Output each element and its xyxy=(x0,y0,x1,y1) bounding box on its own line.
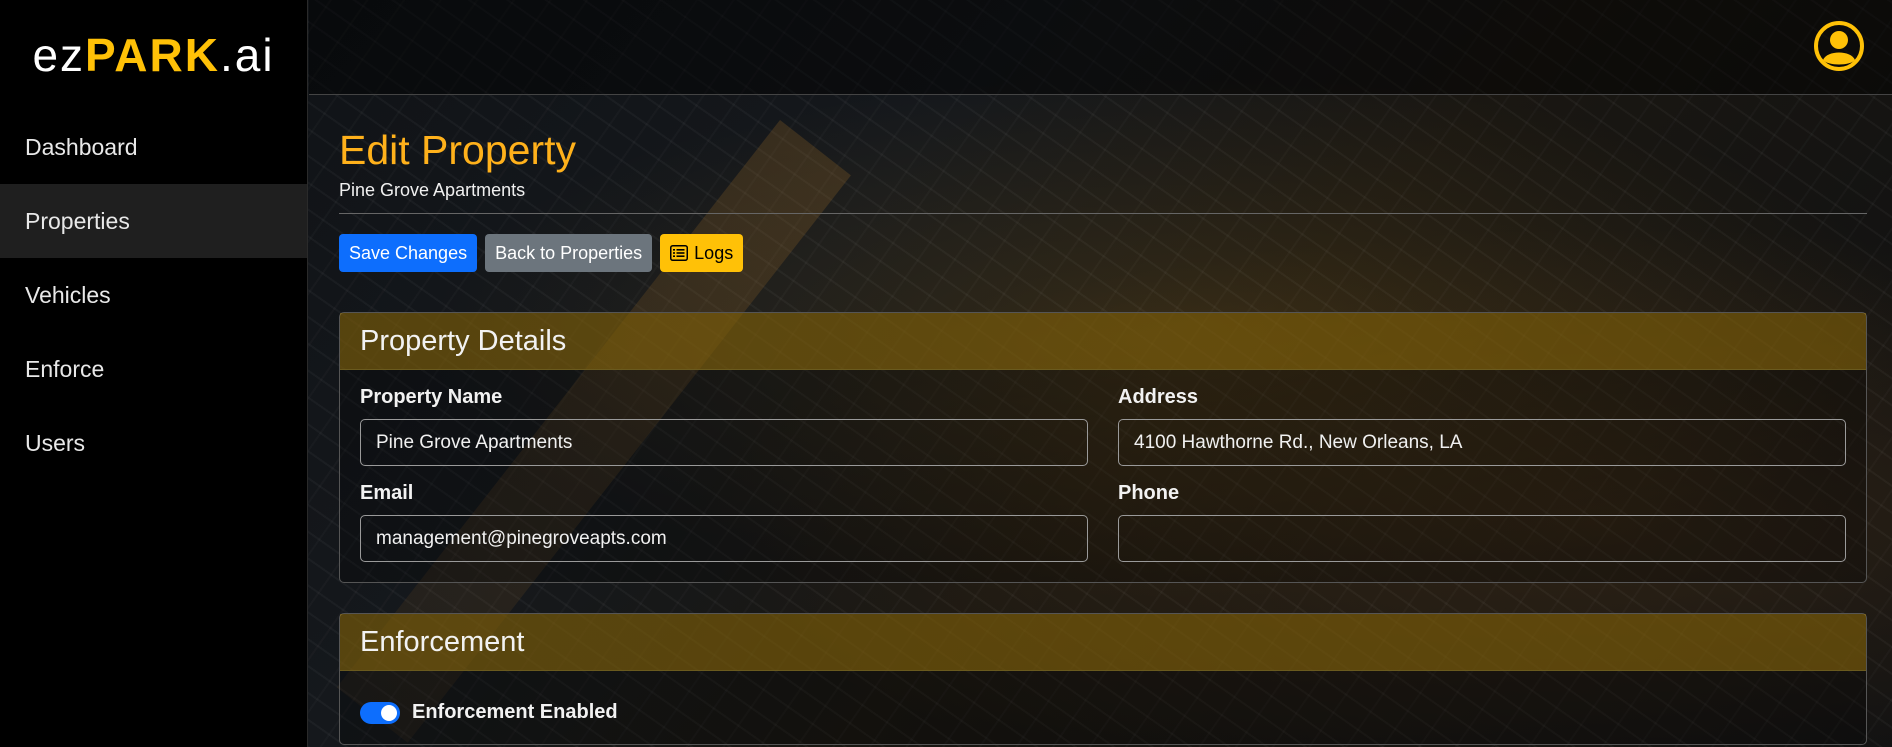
sidebar-item-users[interactable]: Users xyxy=(0,406,307,480)
sidebar-item-properties[interactable]: Properties xyxy=(0,184,307,258)
save-button[interactable]: Save Changes xyxy=(339,234,478,272)
email-label: Email xyxy=(360,482,414,504)
enforcement-toggle[interactable] xyxy=(360,701,400,724)
email-group: Email xyxy=(360,482,1088,562)
sidebar: ez PARK .ai Dashboard Properties Vehicles … xyxy=(0,0,308,747)
address-input[interactable] xyxy=(1118,419,1846,466)
toolbar: Save Changes Back to Properties Logs xyxy=(339,234,1867,272)
phone-input[interactable] xyxy=(1118,515,1846,562)
logo-highlight: PARK xyxy=(85,29,220,81)
enforcement-card: Enforcement Enforcement Enabled xyxy=(339,613,1867,745)
enforcement-toggle-row: Enforcement Enabled xyxy=(360,701,1846,724)
property-details-card: Property Details Property Name Address E… xyxy=(339,312,1867,583)
enforcement-heading: Enforcement xyxy=(340,614,1866,671)
logo-suffix: .ai xyxy=(219,29,275,81)
logs-button-label: Logs xyxy=(694,242,734,263)
property-name-input[interactable] xyxy=(360,419,1088,466)
enforcement-toggle-label: Enforcement Enabled xyxy=(412,701,618,723)
title-divider xyxy=(339,213,1867,214)
property-details-heading: Property Details xyxy=(340,313,1866,370)
property-name-group: Property Name xyxy=(360,386,1088,466)
address-label: Address xyxy=(1118,386,1199,408)
list-icon xyxy=(670,245,689,261)
page-subtitle: Pine Grove Apartments xyxy=(339,180,526,200)
sidebar-item-vehicles[interactable]: Vehicles xyxy=(0,258,307,332)
enforcement-body: Enforcement Enabled xyxy=(340,671,1866,744)
sidebar-item-dashboard[interactable]: Dashboard xyxy=(0,110,307,184)
sidebar-nav: Dashboard Properties Vehicles Enforce Us… xyxy=(0,110,307,480)
app-logo[interactable]: ez PARK .ai xyxy=(0,0,307,110)
phone-label: Phone xyxy=(1118,482,1180,504)
property-details-body: Property Name Address Email Phone xyxy=(340,370,1866,582)
property-name-label: Property Name xyxy=(360,386,503,408)
email-input[interactable] xyxy=(360,515,1088,562)
logs-button[interactable]: Logs xyxy=(660,234,744,272)
property-form: Property Name Address Email Phone xyxy=(360,386,1846,562)
page-title: Edit Property xyxy=(339,127,576,173)
address-group: Address xyxy=(1118,386,1846,466)
user-circle-icon[interactable] xyxy=(1813,20,1865,72)
top-bar xyxy=(309,0,1892,95)
main-content: Edit Property Pine Grove Apartments Save… xyxy=(339,95,1867,747)
logo-prefix: ez xyxy=(32,29,86,81)
back-to-properties-button[interactable]: Back to Properties xyxy=(485,234,653,272)
phone-group: Phone xyxy=(1118,482,1846,562)
sidebar-item-enforce[interactable]: Enforce xyxy=(0,332,307,406)
